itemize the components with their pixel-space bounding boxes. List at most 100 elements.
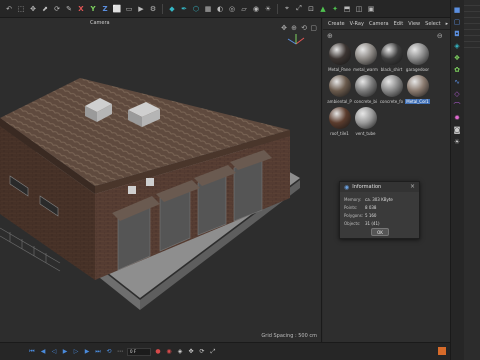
render-region-icon[interactable]: ▭ [124,4,134,14]
cylinder-icon[interactable]: ◘ [453,30,461,38]
axis-z-toggle[interactable]: Z [100,4,110,14]
menu-camera[interactable]: Camera [369,21,389,27]
render-settings-icon[interactable]: ⚙ [148,4,158,14]
material-swatch[interactable]: Metal_Cor1 [405,74,430,104]
keyframe-selection-icon[interactable]: ◈ [176,348,184,356]
info-key: Memory: [344,196,362,202]
field-icon[interactable]: ◎ [227,4,237,14]
workplane-icon[interactable]: ⌖ [282,4,292,14]
material-swatch[interactable]: concrete_fo [379,74,404,104]
spline-icon[interactable]: ∿ [453,78,461,86]
field-icon[interactable]: ✹ [453,114,461,122]
bend-icon[interactable]: ⌒ [453,102,461,110]
menu-create[interactable]: Create [328,21,345,27]
material-swatch[interactable]: garagedoor [405,42,430,72]
floor-icon[interactable]: ▱ [239,4,249,14]
material-swatch[interactable]: roof_tile1 [327,106,352,136]
script-icon[interactable]: ✦ [330,4,340,14]
material-swatch[interactable]: vent_tube [353,106,378,136]
material-swatch[interactable]: ambiental_P [327,74,352,104]
app-logo-icon: ◉ [344,183,350,191]
null-icon[interactable]: ◈ [453,42,461,50]
deformer-icon[interactable]: ◐ [215,4,225,14]
material-label: garagedoor [405,67,430,72]
viewport-split-icon[interactable]: ◫ [354,4,364,14]
material-preview-icon [354,75,377,97]
rotation-key-icon[interactable]: ⟳ [198,348,206,356]
material-preview-icon [406,43,429,65]
layout-icon[interactable]: ⬒ [342,4,352,14]
next-frame-icon[interactable]: ▷ [72,348,80,356]
axis-x-toggle[interactable]: X [76,4,86,14]
material-swatch[interactable]: metal_warm [353,42,378,72]
autokey-icon[interactable]: ◉ [165,348,173,356]
play-icon[interactable]: ▶ [61,348,69,356]
material-preview-icon [380,75,403,97]
light-icon[interactable]: ☀ [263,4,273,14]
previous-key-icon[interactable]: ◀ [39,348,47,356]
frame-icon[interactable]: ▢ [453,18,461,26]
loop-icon[interactable]: ⟲ [105,348,113,356]
material-preview-icon [380,43,403,65]
previous-frame-icon[interactable]: ◁ [50,348,58,356]
locked-workplane-icon[interactable]: ⊡ [306,4,316,14]
material-swatch[interactable]: concrete_bi [353,74,378,104]
info-row: Points: 8 038 [340,203,419,211]
undo-icon[interactable]: ↶ [4,4,14,14]
delete-material-icon[interactable]: ⊖ [437,32,443,40]
mograph-icon[interactable]: ✿ [453,66,461,74]
material-preview-icon [328,75,351,97]
material-preview-icon [354,43,377,65]
go-to-end-icon[interactable]: ⏭ [94,348,102,356]
coordinate-system-icon[interactable]: ⬜ [112,4,122,14]
menu-more-icon[interactable]: ▸ [446,21,449,27]
snap-icon[interactable]: ⤢ [294,4,304,14]
material-icon[interactable]: ▣ [366,4,376,14]
toolbar-separator [162,3,163,14]
ok-button[interactable]: OK [371,228,389,236]
3d-viewport[interactable]: Camera ✥ ⊕ ⟲ ▢ Grid Spacing: 500 cm [0,18,322,342]
menu-edit[interactable]: Edit [394,21,404,27]
camera-icon[interactable]: ◉ [251,4,261,14]
render-view-icon[interactable]: ▶ [136,4,146,14]
info-row: Memory: ca. 303 KByte [340,195,419,203]
info-row: Polygons: 5 160 [340,211,419,219]
scene-camera-icon[interactable]: ◙ [453,126,461,134]
close-icon[interactable]: × [410,183,415,190]
scale-icon[interactable]: ⬈ [40,4,50,14]
cloner-icon[interactable]: ❖ [453,54,461,62]
cube-icon[interactable]: ◆ [167,4,177,14]
layout-switch-icon[interactable] [438,347,446,355]
scene-light-icon[interactable]: ☀ [453,138,461,146]
subdivision-icon[interactable]: ⬡ [191,4,201,14]
current-frame-field[interactable]: 0 F [127,347,151,356]
timeline-options-icon[interactable]: ⋯ [116,348,124,356]
menu-vray[interactable]: V-Ray [350,21,364,27]
info-key: Polygons: [344,212,364,218]
move-icon[interactable]: ✥ [28,4,38,14]
menu-select[interactable]: Select [425,21,440,27]
material-swatch[interactable]: black_shirt [379,42,404,72]
menu-view[interactable]: View [408,21,420,27]
rotate-icon[interactable]: ⟳ [52,4,62,14]
info-key: Objects: [344,220,361,226]
material-swatch[interactable]: Metal_Pane [327,42,352,72]
array-icon[interactable]: ▦ [203,4,213,14]
python-icon[interactable]: ▲ [318,4,328,14]
scale-key-icon[interactable]: ⤢ [209,348,217,356]
material-preview-icon [354,107,377,129]
pen-icon[interactable]: ✒ [179,4,189,14]
record-icon[interactable]: ● [154,348,162,356]
right-palette: ■ ▢ ◘ ◈ ❖ ✿ ∿ ◇ ⌒ ✹ ◙ ☀ [450,0,480,360]
next-key-icon[interactable]: ▶ [83,348,91,356]
position-key-icon[interactable]: ✥ [187,348,195,356]
cube-icon[interactable]: ■ [453,6,461,14]
select-icon[interactable]: ⬚ [16,4,26,14]
cinema4d-window: ↶ ⬚ ✥ ⬈ ⟳ ✎ X Y Z ⬜ ▭ ▶ ⚙ ◆ ✒ ⬡ ▦ ◐ ◎ ▱ … [0,0,480,360]
add-material-icon[interactable]: ⊕ [327,32,333,40]
axis-y-toggle[interactable]: Y [88,4,98,14]
deformer-icon[interactable]: ◇ [453,90,461,98]
live-select-icon[interactable]: ✎ [64,4,74,14]
material-preview-icon [328,43,351,65]
go-to-start-icon[interactable]: ⏮ [28,348,36,356]
